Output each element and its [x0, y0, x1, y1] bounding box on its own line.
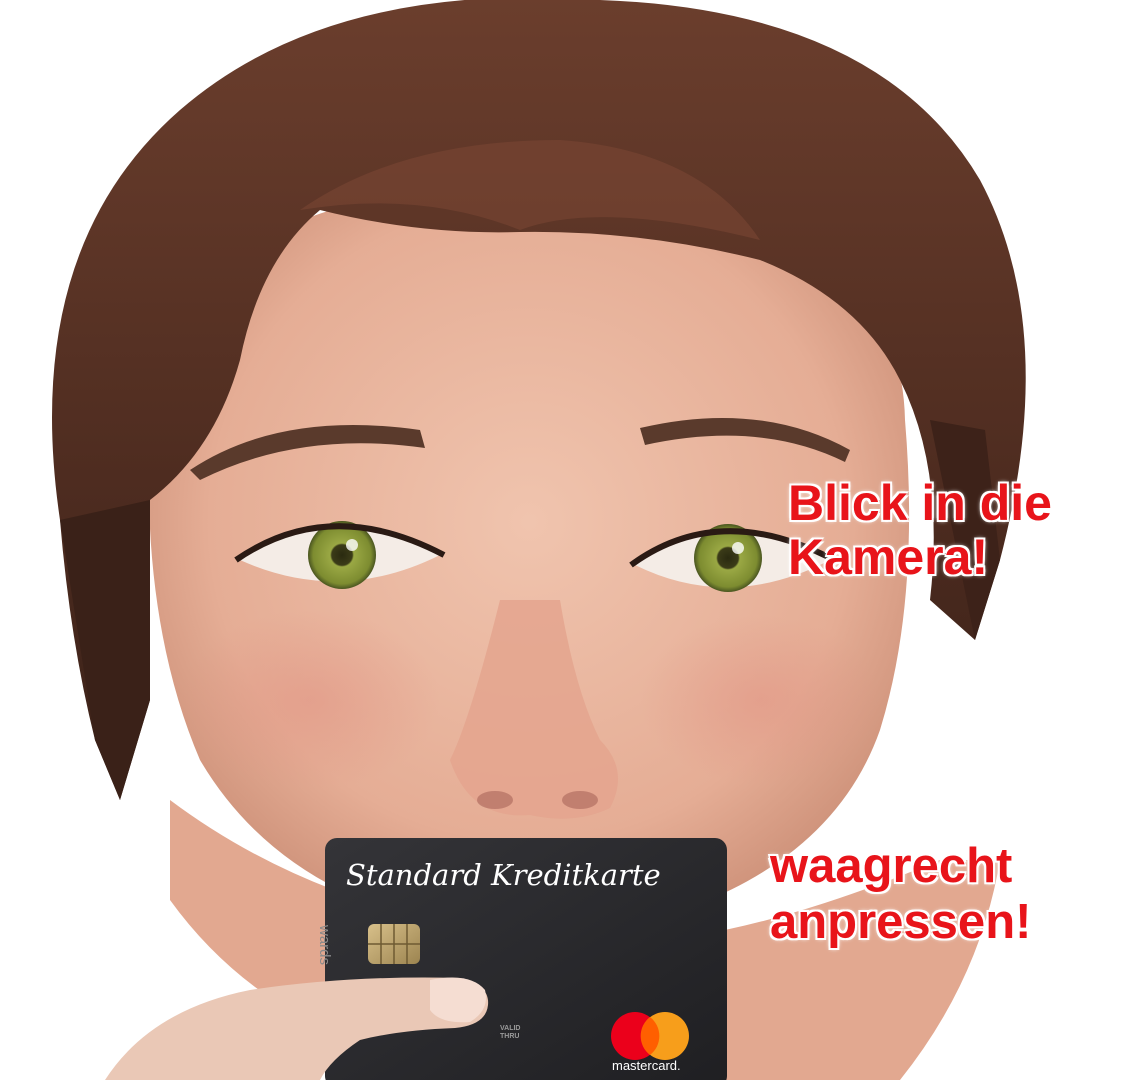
card-brand-text: mastercard. — [612, 1058, 681, 1073]
card-side-text: wards — [316, 925, 333, 966]
callout-line: waagrecht — [770, 839, 1013, 893]
card-title: Standard Kreditkarte — [346, 858, 661, 892]
callout-line: Blick in die — [788, 475, 1052, 531]
look-at-camera-callout: Blick in die Kamera! — [788, 476, 1052, 584]
callout-line: Kamera! — [788, 529, 989, 585]
mastercard-logo-icon — [611, 1012, 689, 1060]
callout-line: anpressen! — [770, 895, 1032, 949]
chip-icon — [368, 924, 420, 964]
valid-label: VALID — [500, 1025, 521, 1032]
thru-label: THRU — [500, 1033, 520, 1040]
card-valid-thru: VALID THRU — [500, 1025, 520, 1041]
press-horizontally-callout: waagrecht anpressen! — [770, 838, 1031, 950]
